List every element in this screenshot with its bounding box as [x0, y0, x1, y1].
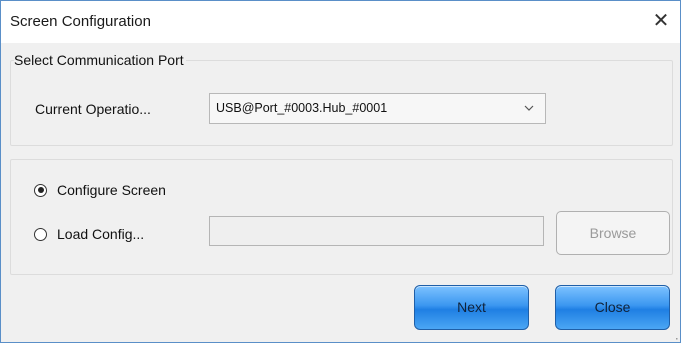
screen-configuration-dialog: Screen Configuration ✕ Select Communicat…	[0, 0, 681, 343]
config-path-field	[209, 216, 544, 246]
port-select[interactable]: USB@Port_#0003.Hub_#0001	[209, 93, 546, 124]
load-config-radio[interactable]: Load Config...	[34, 226, 144, 242]
chevron-down-icon	[524, 105, 534, 111]
current-operation-label: Current Operatio...	[35, 101, 151, 117]
load-config-label: Load Config...	[57, 226, 145, 242]
browse-button: Browse	[556, 211, 670, 255]
load-config-radio-circle[interactable]	[34, 227, 47, 241]
title-bar: Screen Configuration ✕	[1, 1, 680, 43]
resize-grip-icon[interactable]	[672, 334, 678, 340]
next-button[interactable]: Next	[414, 285, 529, 330]
port-select-value: USB@Port_#0003.Hub_#0001	[216, 101, 388, 115]
configure-screen-radio[interactable]: Configure Screen	[34, 182, 166, 198]
dialog-title: Screen Configuration	[10, 13, 151, 30]
communication-port-legend: Select Communication Port	[14, 52, 186, 68]
close-icon[interactable]: ✕	[648, 8, 674, 34]
configure-screen-radio-circle[interactable]	[34, 183, 47, 197]
configure-screen-label: Configure Screen	[57, 182, 166, 198]
close-button[interactable]: Close	[555, 285, 670, 330]
